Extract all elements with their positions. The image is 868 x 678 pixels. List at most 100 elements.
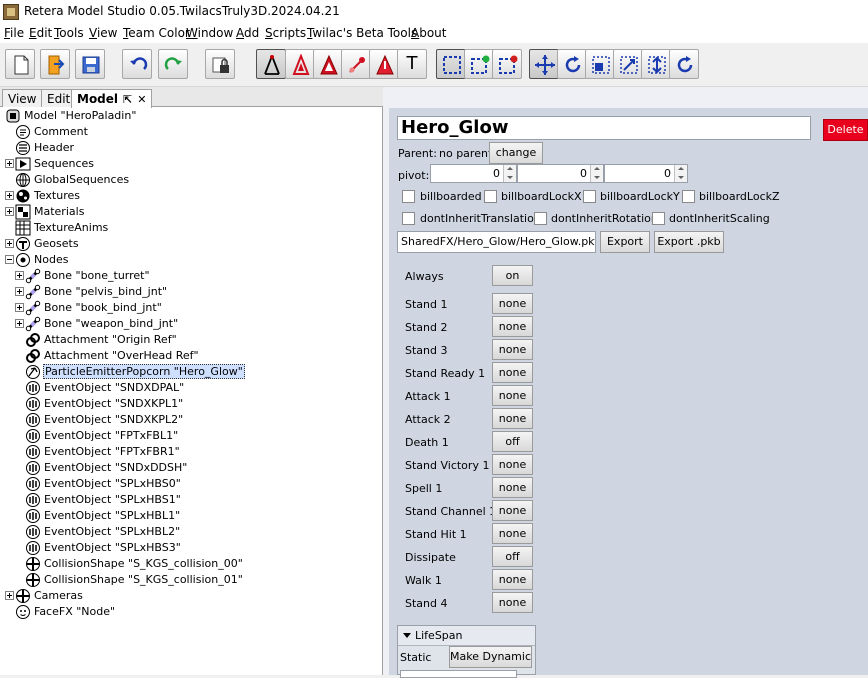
export-pkb-button[interactable]: Export .pkb bbox=[654, 231, 724, 253]
expand-icon[interactable] bbox=[15, 303, 24, 312]
lock-button[interactable] bbox=[205, 49, 235, 79]
rotate-button[interactable] bbox=[557, 49, 587, 79]
new-button[interactable] bbox=[5, 49, 35, 79]
dont-inherit-translation-checkbox[interactable] bbox=[402, 212, 415, 225]
move-button[interactable] bbox=[529, 49, 559, 79]
sequence-visibility-toggle[interactable]: none bbox=[492, 523, 533, 544]
menu-team-color[interactable]: Team Color bbox=[123, 26, 190, 40]
expand-icon[interactable] bbox=[15, 271, 24, 280]
effect-path-field[interactable]: SharedFX/Hero_Glow/Hero_Glow.pkfx bbox=[397, 231, 596, 253]
lifespan-value-input[interactable] bbox=[400, 670, 517, 678]
spinner-arrows-icon[interactable] bbox=[503, 165, 516, 182]
node-name-field[interactable]: Hero_Glow bbox=[397, 116, 811, 140]
menu-about[interactable]: About bbox=[411, 26, 447, 40]
attachment-icon bbox=[25, 348, 41, 364]
sequence-visibility-toggle[interactable]: off bbox=[492, 546, 533, 567]
text-tool-button[interactable]: T bbox=[397, 49, 427, 79]
menu-file[interactable]: File bbox=[4, 26, 24, 40]
sequence-visibility-toggle[interactable]: none bbox=[492, 500, 533, 521]
pivot-x-value: 0 bbox=[493, 167, 500, 180]
expand-icon[interactable] bbox=[5, 159, 14, 168]
change-parent-button[interactable]: change bbox=[489, 142, 543, 164]
billboard-lock-x-checkbox[interactable] bbox=[484, 190, 497, 203]
sequence-visibility-toggle[interactable]: none bbox=[492, 408, 533, 429]
pin-icon[interactable]: ⇱ bbox=[123, 93, 132, 106]
expand-icon[interactable] bbox=[15, 319, 24, 328]
select-mode-icon bbox=[441, 54, 463, 76]
expand-icon[interactable] bbox=[5, 239, 14, 248]
expand-icon[interactable] bbox=[5, 191, 14, 200]
select-cluster-button[interactable] bbox=[341, 49, 371, 79]
sequence-visibility-toggle[interactable]: none bbox=[492, 316, 533, 337]
delete-button[interactable]: Delete bbox=[823, 119, 868, 141]
scale-button[interactable] bbox=[585, 49, 615, 79]
collision-shape-icon bbox=[25, 556, 41, 572]
tree-node-label: FaceFX "Node" bbox=[34, 605, 116, 618]
save-button[interactable] bbox=[75, 49, 105, 79]
make-dynamic-button[interactable]: Make Dynamic bbox=[449, 646, 532, 668]
billboard-lock-z-checkbox[interactable] bbox=[682, 190, 695, 203]
menu-view[interactable]: View bbox=[89, 26, 117, 40]
close-icon[interactable]: ✕ bbox=[137, 93, 146, 106]
always-toggle[interactable]: on bbox=[492, 265, 533, 286]
deselect-mode-button[interactable] bbox=[492, 49, 522, 79]
extrude-button[interactable] bbox=[613, 49, 643, 79]
sequence-visibility-toggle[interactable]: none bbox=[492, 385, 533, 406]
particle-emitter-icon bbox=[25, 364, 41, 380]
sequence-visibility-toggle[interactable]: none bbox=[492, 477, 533, 498]
expand-icon[interactable] bbox=[5, 207, 14, 216]
extend-button[interactable] bbox=[641, 49, 671, 79]
spinner-arrows-icon[interactable] bbox=[674, 165, 687, 182]
expand-icon[interactable] bbox=[5, 591, 14, 600]
menu-add[interactable]: Add bbox=[236, 26, 259, 40]
select-vertex-button[interactable] bbox=[256, 49, 286, 79]
tab-model[interactable]: Model ⇱ ✕ bbox=[71, 89, 153, 108]
pivot-y-input[interactable]: 0 bbox=[517, 164, 604, 183]
select-group-button[interactable] bbox=[313, 49, 343, 79]
title-bar: Retera Model Studio 0.05.TwilacsTruly3D.… bbox=[0, 0, 868, 24]
billboarded-checkbox[interactable] bbox=[402, 190, 415, 203]
expand-icon[interactable] bbox=[15, 287, 24, 296]
pivot-x-input[interactable]: 0 bbox=[430, 164, 517, 183]
sequence-visibility-toggle[interactable]: none bbox=[492, 293, 533, 314]
select-mode-button[interactable] bbox=[436, 49, 466, 79]
textures-icon bbox=[15, 188, 31, 204]
tab-view[interactable]: View bbox=[2, 89, 43, 107]
rotate-normals-button[interactable] bbox=[669, 49, 699, 79]
open-button[interactable] bbox=[40, 49, 70, 79]
text-tool-icon: T bbox=[406, 53, 418, 74]
sequence-visibility-toggle[interactable]: none bbox=[492, 454, 533, 475]
pivot-z-input[interactable]: 0 bbox=[604, 164, 688, 183]
event-object-icon bbox=[25, 492, 41, 508]
menu-window[interactable]: Window bbox=[186, 26, 233, 40]
menu-edit[interactable]: Edit bbox=[29, 26, 52, 40]
sequence-visibility-toggle[interactable]: none bbox=[492, 569, 533, 590]
billboard-lock-y-checkbox[interactable] bbox=[583, 190, 596, 203]
lifespan-header[interactable]: LifeSpan bbox=[398, 626, 535, 646]
collapse-icon[interactable] bbox=[5, 255, 14, 264]
undo-button[interactable] bbox=[122, 49, 152, 79]
menu-tools[interactable]: Tools bbox=[54, 26, 84, 40]
sequence-visibility-toggle[interactable]: none bbox=[492, 362, 533, 383]
tree-node-label: Bone "weapon_bind_jnt" bbox=[44, 317, 179, 330]
tree-node-label: EventObject "SPLxHBS1" bbox=[44, 493, 181, 506]
sequence-visibility-toggle[interactable]: none bbox=[492, 592, 533, 613]
sequence-visibility-toggle[interactable]: none bbox=[492, 339, 533, 360]
new-file-icon bbox=[10, 54, 32, 76]
materials-icon bbox=[15, 204, 31, 220]
tab-view-label: View bbox=[8, 92, 37, 106]
menu-twilac-beta-tools[interactable]: Twilac's Beta Tools bbox=[307, 26, 417, 40]
dont-inherit-rotation-checkbox[interactable] bbox=[534, 212, 547, 225]
spinner-arrows-icon[interactable] bbox=[590, 165, 603, 182]
dont-inherit-scaling-checkbox[interactable] bbox=[652, 212, 665, 225]
menu-scripts[interactable]: Scripts bbox=[265, 26, 306, 40]
select-face-button[interactable] bbox=[285, 49, 315, 79]
cameras-icon bbox=[15, 588, 31, 604]
export-button[interactable]: Export bbox=[600, 231, 650, 253]
select-node-button[interactable] bbox=[369, 49, 399, 79]
tree-node-label: TextureAnims bbox=[34, 221, 109, 234]
sequence-visibility-toggle[interactable]: off bbox=[492, 431, 533, 452]
add-select-mode-button[interactable] bbox=[464, 49, 494, 79]
tree-node-label: Attachment "OverHead Ref" bbox=[44, 349, 199, 362]
redo-button[interactable] bbox=[158, 49, 188, 79]
